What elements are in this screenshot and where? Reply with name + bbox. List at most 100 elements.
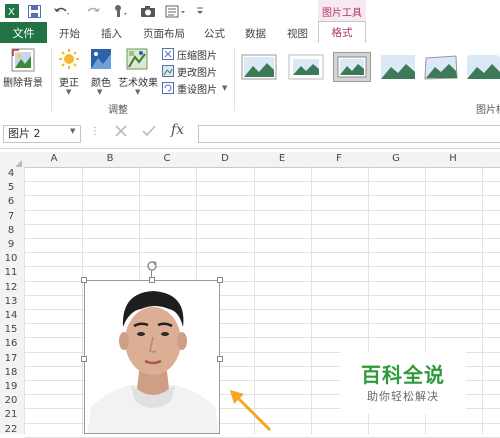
column-header-bar <box>0 152 500 168</box>
touch-mode-icon[interactable] <box>112 4 128 18</box>
picture-style-6[interactable] <box>466 54 500 83</box>
reset-picture-dropdown-icon[interactable]: ▼ <box>222 84 227 92</box>
row-header[interactable]: 17 <box>0 353 22 364</box>
cancel-icon[interactable] <box>113 123 129 142</box>
tab-data[interactable]: 数据 <box>245 26 266 41</box>
quick-access-toolbar <box>0 0 500 22</box>
row-header[interactable]: 21 <box>0 409 22 420</box>
grid-line-horizontal <box>24 224 500 225</box>
row-header[interactable]: 8 <box>0 225 22 236</box>
row-header[interactable]: 4 <box>0 168 22 179</box>
redo-icon[interactable] <box>84 4 102 18</box>
undo-icon[interactable] <box>52 4 70 18</box>
row-header[interactable]: 12 <box>0 282 22 293</box>
row-header[interactable]: 19 <box>0 381 22 392</box>
artistic-effects-dropdown-icon[interactable]: ▼ <box>135 88 140 96</box>
svg-text:X: X <box>8 7 15 18</box>
column-header[interactable]: G <box>386 153 406 164</box>
change-picture-button[interactable]: 更改图片 <box>177 64 217 79</box>
grid-line-horizontal <box>24 195 500 196</box>
enter-icon[interactable] <box>141 123 157 142</box>
row-header[interactable]: 6 <box>0 196 22 207</box>
resize-handle-top-left[interactable] <box>81 277 87 283</box>
picture-styles-group-label: 图片样 <box>476 105 500 116</box>
resize-handle-top[interactable] <box>149 277 155 283</box>
form-icon[interactable] <box>165 4 187 18</box>
selected-picture[interactable] <box>84 280 220 434</box>
grid-line-horizontal <box>24 252 500 253</box>
tab-file[interactable]: 文件 <box>0 22 47 43</box>
save-icon[interactable] <box>27 4 41 18</box>
resize-handle-right[interactable] <box>217 356 223 362</box>
formula-bar-grip-icon: ⋮ <box>90 126 100 137</box>
color-button[interactable]: 颜色 <box>91 74 111 89</box>
resize-handle-top-right[interactable] <box>217 277 223 283</box>
grid-line-horizontal <box>24 266 500 267</box>
row-header[interactable]: 10 <box>0 253 22 264</box>
corrections-dropdown-icon[interactable]: ▼ <box>66 88 71 96</box>
remove-background-icon[interactable] <box>11 48 35 75</box>
picture-style-1[interactable] <box>241 54 277 83</box>
column-header[interactable]: D <box>215 153 235 164</box>
rotate-handle-stem <box>151 271 152 278</box>
row-header[interactable]: 11 <box>0 267 22 278</box>
tab-page-layout[interactable]: 页面布局 <box>143 26 185 41</box>
row-header[interactable]: 9 <box>0 239 22 250</box>
row-header[interactable]: 18 <box>0 367 22 378</box>
color-dropdown-icon[interactable]: ▼ <box>97 88 102 96</box>
ribbon-separator <box>234 47 235 111</box>
reset-picture-button[interactable]: 重设图片 <box>177 81 217 96</box>
watermark-title: 百科全说 <box>361 363 445 387</box>
reset-picture-icon[interactable] <box>162 82 174 97</box>
portrait-photo <box>85 281 219 433</box>
grid-line-horizontal <box>24 238 500 239</box>
corrections-icon[interactable] <box>58 48 80 73</box>
tab-formulas[interactable]: 公式 <box>204 26 225 41</box>
compress-pictures-icon[interactable] <box>162 48 174 63</box>
picture-style-2[interactable] <box>288 54 324 83</box>
grid-line-horizontal <box>24 210 500 211</box>
adjust-group-label: 调整 <box>108 105 128 116</box>
formula-input[interactable] <box>198 125 500 143</box>
row-header[interactable]: 15 <box>0 324 22 335</box>
picture-style-5[interactable] <box>423 54 459 83</box>
tab-view[interactable]: 视图 <box>287 26 308 41</box>
name-box-dropdown-icon[interactable]: ▼ <box>70 127 75 135</box>
excel-app-icon: X <box>5 4 19 18</box>
insert-function-button[interactable]: fx <box>171 122 184 138</box>
tab-format[interactable]: 格式 <box>318 21 366 43</box>
row-header[interactable]: 14 <box>0 310 22 321</box>
column-header[interactable]: A <box>44 153 64 164</box>
row-header[interactable]: 7 <box>0 211 22 222</box>
ribbon-separator <box>51 47 52 111</box>
customize-qat-icon[interactable] <box>195 4 205 18</box>
row-header[interactable]: 16 <box>0 338 22 349</box>
row-header[interactable]: 22 <box>0 424 22 435</box>
remove-background-button[interactable]: 删除背景 <box>3 74 43 89</box>
compress-pictures-button[interactable]: 压缩图片 <box>177 47 217 62</box>
arrow-annotation-icon <box>226 386 274 437</box>
watermark-subtitle: 助你轻松解决 <box>367 390 439 403</box>
row-header[interactable]: 20 <box>0 395 22 406</box>
tab-insert[interactable]: 插入 <box>101 26 122 41</box>
column-header[interactable]: B <box>100 153 120 164</box>
row-header[interactable]: 5 <box>0 182 22 193</box>
rotate-handle-icon[interactable] <box>146 260 158 275</box>
column-header[interactable]: C <box>157 153 177 164</box>
picture-style-3-selected[interactable] <box>333 52 371 85</box>
color-icon[interactable] <box>90 48 112 73</box>
row-header[interactable]: 13 <box>0 296 22 307</box>
change-picture-icon[interactable] <box>162 65 174 80</box>
camera-icon[interactable] <box>140 4 156 18</box>
tab-home[interactable]: 开始 <box>59 26 80 41</box>
resize-handle-left[interactable] <box>81 356 87 362</box>
corrections-button[interactable]: 更正 <box>59 74 79 89</box>
picture-tools-label: 图片工具 <box>322 8 362 19</box>
picture-style-4[interactable] <box>380 54 416 83</box>
artistic-effects-button[interactable]: 艺术效果 <box>118 74 158 89</box>
grid-line-horizontal <box>24 181 500 182</box>
column-header[interactable]: F <box>329 153 349 164</box>
column-header[interactable]: E <box>272 153 292 164</box>
artistic-effects-icon[interactable] <box>126 48 148 73</box>
column-header[interactable]: H <box>443 153 463 164</box>
